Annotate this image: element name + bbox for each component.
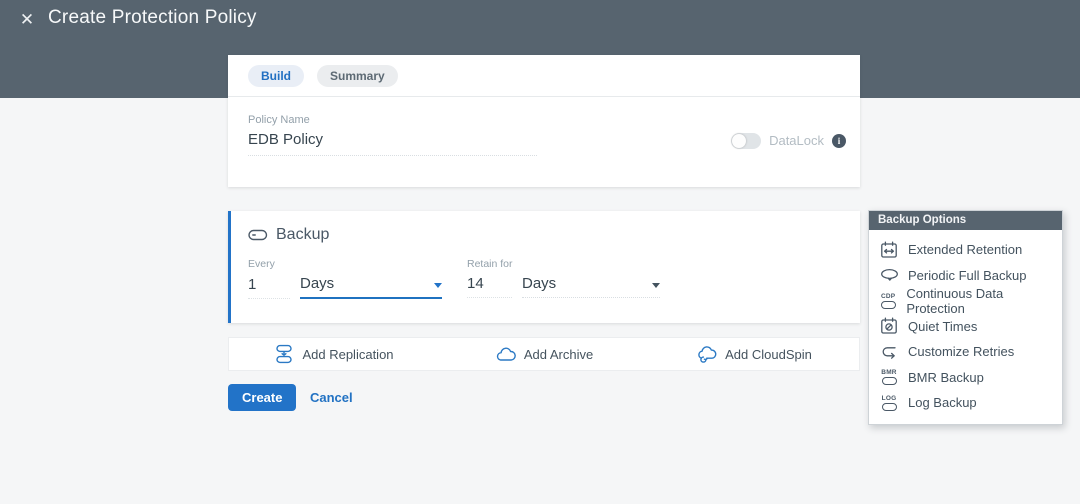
cancel-button[interactable]: Cancel	[310, 390, 353, 405]
add-archive-button[interactable]: Add Archive	[439, 346, 649, 363]
option-continuous-data-protection[interactable]: CDP Continuous Data Protection	[869, 288, 1062, 314]
tab-summary[interactable]: Summary	[317, 65, 398, 87]
option-label: Log Backup	[908, 395, 977, 410]
option-extended-retention[interactable]: Extended Retention	[869, 237, 1062, 263]
every-label: Every	[248, 258, 442, 270]
chevron-down-icon	[652, 283, 660, 288]
close-icon[interactable]: ✕	[14, 7, 40, 33]
every-unit-value: Days	[300, 275, 334, 292]
create-button[interactable]: Create	[228, 384, 296, 411]
option-label: Periodic Full Backup	[908, 268, 1027, 283]
backup-options-panel: Backup Options Extended Retention	[868, 210, 1063, 425]
add-replication-button[interactable]: Add Replication	[229, 344, 439, 364]
every-unit-select[interactable]: Days	[300, 275, 442, 299]
backup-section: Backup Every Days Retain for	[228, 211, 860, 323]
cdp-icon: CDP	[879, 293, 897, 309]
retain-unit-value: Days	[522, 275, 556, 292]
option-label: Quiet Times	[908, 319, 977, 334]
add-replication-label: Add Replication	[302, 347, 393, 362]
retain-value-input[interactable]	[467, 275, 512, 298]
option-label: Extended Retention	[908, 242, 1022, 257]
chevron-down-icon	[434, 283, 442, 288]
retain-label: Retain for	[467, 258, 660, 270]
datalock-label: DataLock	[769, 133, 824, 148]
info-icon[interactable]: i	[832, 134, 846, 148]
calendar-range-icon	[879, 241, 899, 259]
policy-card: Build Summary Policy Name DataLock i	[228, 55, 860, 187]
full-backup-icon	[879, 268, 899, 283]
option-quiet-times[interactable]: Quiet Times	[869, 314, 1062, 340]
option-bmr-backup[interactable]: BMR BMR Backup	[869, 365, 1062, 391]
every-value-input[interactable]	[248, 276, 290, 299]
cloud-spin-icon	[696, 345, 717, 364]
option-customize-retries[interactable]: Customize Retries	[869, 339, 1062, 365]
log-icon: LOG	[879, 395, 899, 411]
toggle-knob	[732, 134, 746, 148]
backup-capsule-icon	[248, 229, 268, 241]
retain-unit-select[interactable]: Days	[522, 275, 660, 298]
backup-options-header: Backup Options	[869, 211, 1062, 230]
policy-name-label: Policy Name	[248, 114, 846, 126]
policy-name-input[interactable]	[248, 131, 537, 156]
calendar-blocked-icon	[879, 317, 899, 335]
replication-icon	[274, 344, 294, 364]
option-label: BMR Backup	[908, 370, 984, 385]
step-tabs: Build Summary	[228, 55, 860, 97]
retry-arrow-icon	[879, 343, 899, 361]
datalock-toggle[interactable]	[731, 133, 761, 149]
bmr-icon: BMR	[879, 369, 899, 385]
add-cloudspin-label: Add CloudSpin	[725, 347, 812, 362]
cloud-icon	[495, 346, 516, 363]
add-cloudspin-button[interactable]: Add CloudSpin	[649, 345, 859, 364]
option-log-backup[interactable]: LOG Log Backup	[869, 390, 1062, 416]
tab-build[interactable]: Build	[248, 65, 304, 87]
option-label: Continuous Data Protection	[906, 286, 1052, 316]
backup-section-title: Backup	[276, 226, 329, 244]
page-title: Create Protection Policy	[48, 7, 257, 29]
option-periodic-full-backup[interactable]: Periodic Full Backup	[869, 263, 1062, 289]
add-actions-bar: Add Replication Add Archive Add CloudSpi…	[228, 337, 860, 371]
option-label: Customize Retries	[908, 344, 1014, 359]
create-protection-policy-dialog: ✕ Create Protection Policy Build Summary…	[0, 0, 1080, 504]
add-archive-label: Add Archive	[524, 347, 593, 362]
